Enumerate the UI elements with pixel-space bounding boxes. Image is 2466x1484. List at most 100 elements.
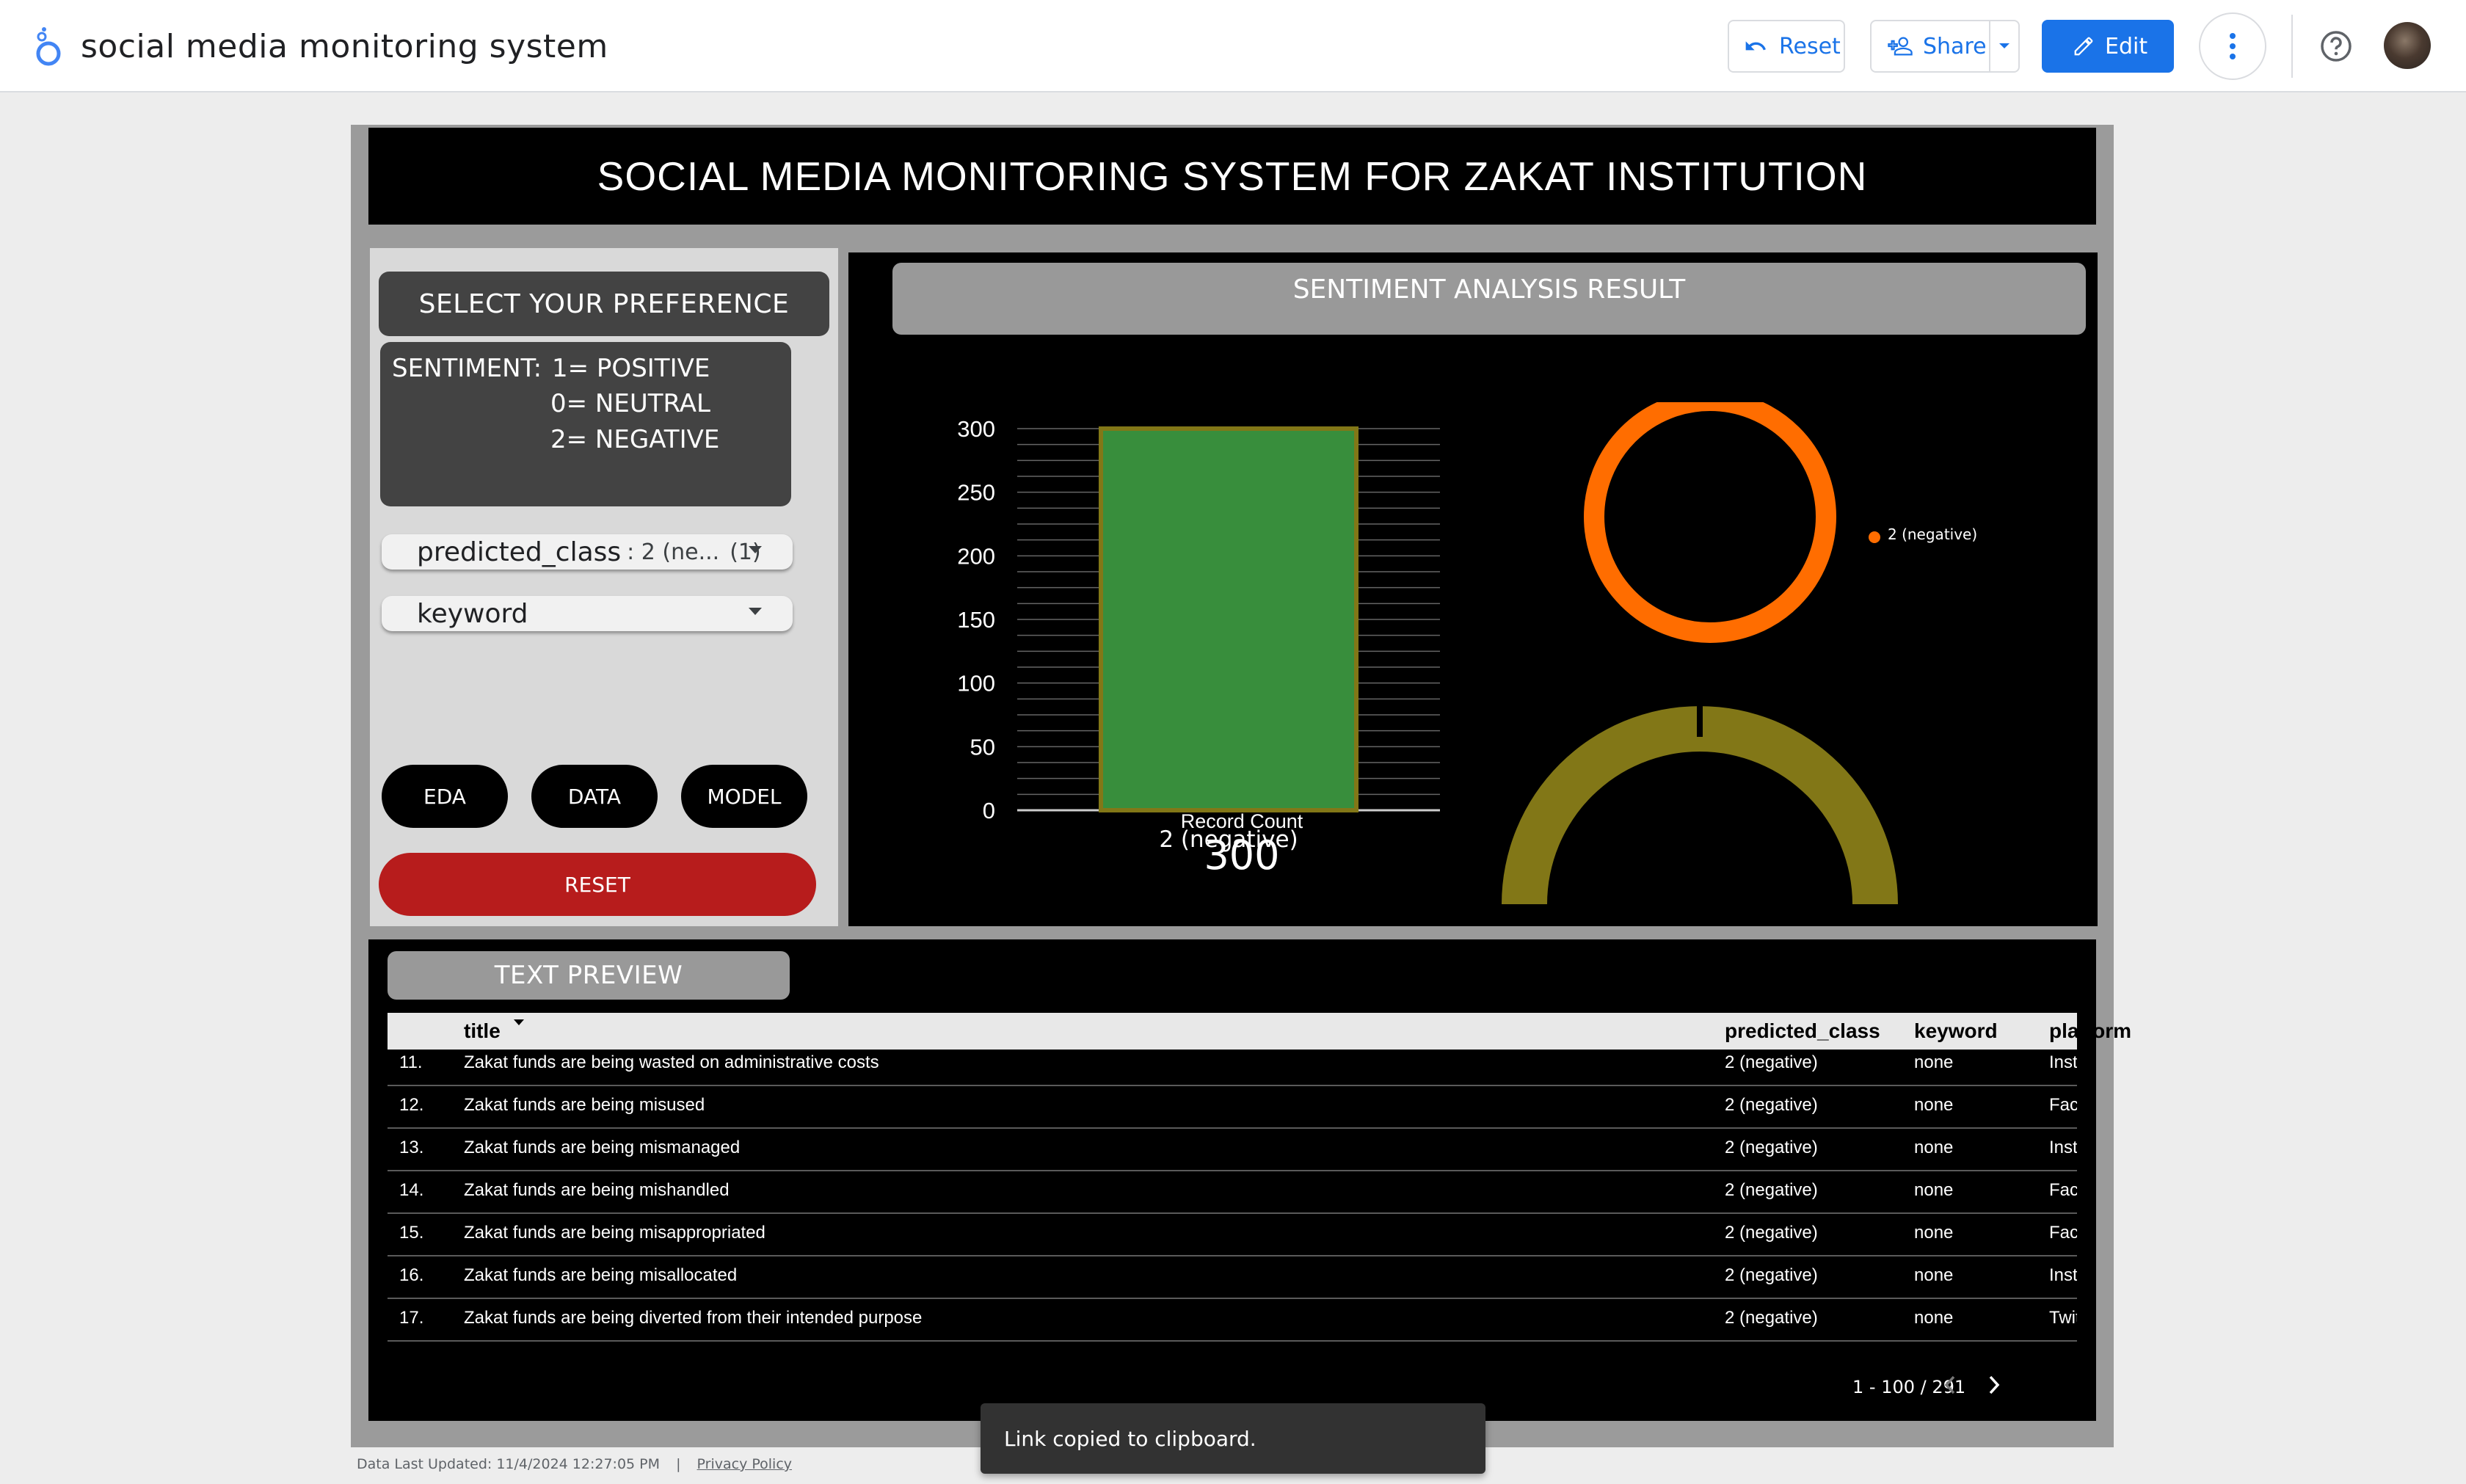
cell-title: Zakat funds are being mismanaged (464, 1138, 741, 1157)
report-footer: Data Last Updated: 11/4/2024 12:27:05 PM… (357, 1456, 792, 1472)
legend-label: 2 (negative) (1888, 525, 1978, 543)
chevron-right-icon[interactable] (1983, 1372, 2005, 1397)
cell-title: Zakat funds are being diverted from thei… (464, 1308, 923, 1328)
y-tick-label: 150 (957, 607, 995, 633)
y-tick-label: 250 (957, 480, 995, 506)
app-bar: social media monitoring system Reset Sha… (0, 0, 2466, 92)
table-row[interactable]: 13. Zakat funds are being mismanaged 2 (ne… (388, 1127, 2077, 1171)
cell-predicted-class: 2 (negative) (1725, 1180, 1818, 1200)
cell-predicted-class: 2 (negative) (1725, 1308, 1818, 1328)
cell-platform: Facebook (2049, 1223, 2077, 1243)
model-button[interactable]: MODEL (681, 765, 807, 828)
sentiment-donut-chart[interactable] (1582, 402, 1891, 681)
undo-icon (1745, 41, 1766, 51)
report-name[interactable]: social media monitoring system (81, 25, 608, 69)
sentiment-legend-heading: SENTIMENT: (392, 354, 542, 383)
cell-keyword: none (1914, 1095, 1954, 1115)
column-header-keyword[interactable]: keyword (1914, 1019, 1998, 1043)
table-body[interactable]: 11. Zakat funds are being wasted on admin… (388, 1051, 2077, 1350)
report-header: SOCIAL MEDIA MONITORING SYSTEM FOR ZAKAT… (368, 128, 2096, 225)
share-button-label: Share (1923, 33, 1987, 59)
cell-predicted-class: 2 (negative) (1725, 1138, 1818, 1157)
report-canvas: SOCIAL MEDIA MONITORING SYSTEM FOR ZAKAT… (351, 125, 2131, 1447)
cell-predicted-class: 2 (negative) (1725, 1265, 1818, 1285)
gauge-label: Record Count (1180, 810, 1303, 832)
cell-platform: Twitter (2049, 1308, 2077, 1328)
eda-button[interactable]: EDA (382, 765, 508, 828)
cell-keyword: none (1914, 1180, 1954, 1200)
more-options-button[interactable] (2199, 12, 2266, 80)
preference-header: SELECT YOUR PREFERENCE (379, 272, 829, 336)
sort-desc-icon[interactable] (514, 1019, 524, 1025)
table-row[interactable]: 11. Zakat funds are being wasted on admin… (388, 1051, 2077, 1086)
filter-name: keyword (417, 598, 528, 629)
donut-slice-negative[interactable] (1584, 402, 1836, 643)
table-row[interactable]: 12. Zakat funds are being misused 2 (negat… (388, 1085, 2077, 1129)
y-tick-label: 50 (970, 734, 995, 760)
column-header-predicted-class[interactable]: predicted_class (1725, 1019, 1880, 1043)
dropdown-caret-icon (749, 608, 762, 615)
column-header-title[interactable]: title (464, 1019, 501, 1043)
keyword-filter[interactable]: keyword (382, 596, 793, 631)
report-title: SOCIAL MEDIA MONITORING SYSTEM FOR ZAKAT… (597, 153, 1868, 199)
edit-button-label: Edit (2105, 33, 2148, 59)
cell-predicted-class: 2 (negative) (1725, 1223, 1818, 1243)
predicted-class-filter[interactable]: predicted_class: 2 (ne... (1) (382, 534, 793, 570)
legend-swatch (1869, 531, 1880, 543)
share-options-dropdown[interactable] (1989, 20, 2020, 73)
edit-button[interactable]: Edit (2042, 20, 2174, 73)
table-row[interactable]: 17. Zakat funds are being diverted from t… (388, 1298, 2077, 1342)
cell-predicted-class: 2 (negative) (1725, 1052, 1818, 1072)
cell-platform: Instagram (2049, 1052, 2077, 1072)
account-avatar[interactable] (2384, 22, 2431, 69)
share-button[interactable]: Share (1870, 20, 1990, 73)
cell-title: Zakat funds are being misused (464, 1095, 705, 1115)
table-row[interactable]: 15. Zakat funds are being misappropriated… (388, 1212, 2077, 1256)
sentiment-legend-line: 1= POSITIVE (552, 354, 710, 383)
add-person-icon (1888, 37, 1913, 56)
sentiment-legend: SENTIMENT: 1= POSITIVE 0= NEUTRAL 2= NEG… (380, 342, 791, 506)
cell-keyword: none (1914, 1308, 1954, 1328)
row-number: 15. (399, 1223, 424, 1243)
dropdown-caret-icon (749, 546, 762, 553)
row-number: 13. (399, 1138, 424, 1157)
cell-platform: Facebook (2049, 1095, 2077, 1115)
reset-button-label: Reset (1779, 33, 1841, 59)
cell-predicted-class: 2 (negative) (1725, 1095, 1818, 1115)
record-count-gauge[interactable] (1494, 691, 1905, 904)
column-header-platform[interactable]: platform (2049, 1019, 2131, 1043)
chevron-left-icon[interactable] (1939, 1372, 1961, 1397)
more-vertical-icon (2230, 33, 2236, 59)
filter-value: : 2 (ne... (627, 539, 720, 565)
reset-button[interactable]: Reset (1728, 20, 1845, 73)
caret-down-icon (1999, 43, 2009, 48)
row-number: 11. (399, 1052, 423, 1072)
pencil-icon (2074, 37, 2093, 56)
cell-platform: Instagram (2049, 1265, 2077, 1285)
reset-filters-button[interactable]: RESET (379, 853, 816, 916)
row-number: 16. (399, 1265, 424, 1285)
sentiment-chart-panel: SENTIMENT ANALYSIS RESULT 0 50 100 150 200 25… (848, 252, 2098, 926)
cell-platform: Instagram (2049, 1138, 2077, 1157)
privacy-policy-link[interactable]: Privacy Policy (697, 1456, 792, 1472)
table-row[interactable]: 16. Zakat funds are being misallocated 2 (… (388, 1255, 2077, 1299)
row-number: 17. (399, 1308, 424, 1328)
footer-separator: | (676, 1456, 681, 1472)
cell-title: Zakat funds are being wasted on administ… (464, 1052, 879, 1072)
cell-keyword: none (1914, 1223, 1954, 1243)
row-number: 12. (399, 1095, 424, 1115)
cell-keyword: none (1914, 1052, 1954, 1072)
filter-name: predicted_class (417, 537, 622, 567)
table-row[interactable]: 14. Zakat funds are being mishandled 2 (ne… (388, 1170, 2077, 1214)
looker-studio-logo-icon[interactable] (32, 26, 65, 68)
bar-2-negative-[interactable] (1099, 426, 1359, 812)
sentiment-legend-line: 2= NEGATIVE (550, 425, 720, 454)
data-button[interactable]: DATA (531, 765, 658, 828)
table-row[interactable]: 18.Zakat distribution is often mismanage… (388, 1340, 2077, 1350)
help-icon[interactable] (2319, 29, 2353, 63)
y-tick-label: 200 (957, 543, 995, 569)
y-tick-label: 300 (957, 416, 995, 442)
cell-title: Zakat funds are being misappropriated (464, 1223, 765, 1243)
table-header-row: title predicted_class keyword platform (388, 1013, 2131, 1050)
data-last-updated: Data Last Updated: 11/4/2024 12:27:05 PM (357, 1456, 661, 1472)
